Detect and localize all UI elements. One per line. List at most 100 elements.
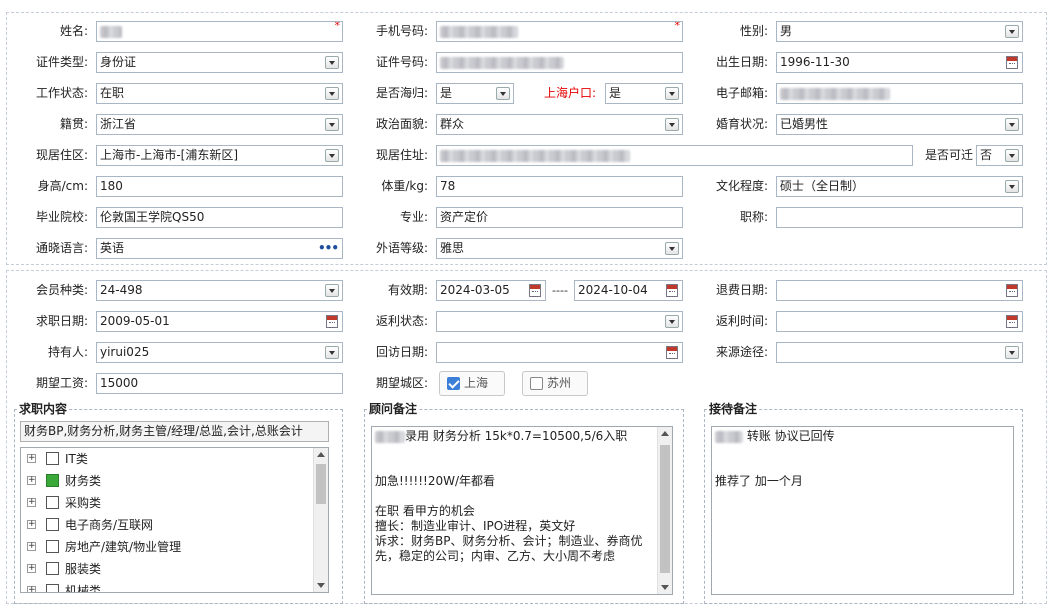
city-label-shanghai: 上海	[464, 376, 489, 390]
calendar-icon[interactable]	[1006, 56, 1018, 69]
email-label: 电子邮箱:	[715, 86, 768, 100]
refund-date-label: 退费日期:	[715, 283, 768, 297]
id-number-field[interactable]	[436, 52, 683, 73]
checkbox-unchecked-icon[interactable]	[46, 496, 59, 509]
height-field[interactable]: 180	[96, 176, 343, 197]
expand-icon[interactable]: +	[27, 498, 36, 507]
checkbox-unchecked-icon[interactable]	[46, 584, 59, 592]
birth-date-field[interactable]: 1996-11-30	[776, 52, 1023, 73]
refund-date-field[interactable]	[776, 280, 1023, 301]
tree-scrollbar[interactable]	[313, 448, 328, 592]
checkbox-unchecked-icon[interactable]	[46, 562, 59, 575]
residence-area-select[interactable]: 上海市-上海市-[浦东新区]	[96, 145, 343, 166]
id-type-value: 身份证	[100, 55, 137, 69]
returnee-select[interactable]: 是	[436, 83, 514, 104]
calendar-icon[interactable]	[666, 284, 678, 297]
job-category-tree[interactable]: + IT类 + 财务类 + 采购类 + 电子商务/互联网 + 房地产/建筑/物业管理 + 服…	[20, 447, 329, 593]
shanghai-hukou-select[interactable]: 是	[605, 83, 683, 104]
returnee-value: 是	[440, 86, 453, 100]
native-place-select[interactable]: 浙江省	[96, 114, 343, 135]
holder-select[interactable]: yirui025	[96, 342, 343, 363]
school-label: 毕业院校:	[35, 210, 88, 224]
tree-item-it[interactable]: + IT类	[21, 448, 321, 470]
shanghai-hukou-value: 是	[609, 86, 622, 100]
scroll-thumb[interactable]	[660, 445, 670, 573]
redacted-phone	[440, 25, 518, 38]
rebate-status-select[interactable]	[436, 311, 683, 332]
validity-from-field[interactable]: 2024-03-05	[436, 280, 546, 301]
source-select[interactable]	[776, 342, 1023, 363]
calendar-icon[interactable]	[1006, 284, 1018, 297]
expand-icon[interactable]: +	[27, 586, 36, 592]
scroll-down-icon[interactable]	[317, 583, 325, 588]
checkbox-partial-icon[interactable]	[46, 474, 59, 487]
tree-item-real-estate[interactable]: + 房地产/建筑/物业管理	[21, 536, 321, 558]
political-status-select[interactable]: 群众	[436, 114, 683, 135]
tree-item-ecommerce[interactable]: + 电子商务/互联网	[21, 514, 321, 536]
job-date-value: 2009-05-01	[100, 314, 170, 328]
expand-icon[interactable]: +	[27, 564, 36, 573]
note-line	[375, 489, 654, 504]
dropdown-arrow-icon	[1005, 180, 1019, 193]
expected-salary-field[interactable]: 15000	[96, 373, 343, 394]
scroll-up-icon[interactable]	[317, 452, 325, 457]
calendar-icon[interactable]	[666, 346, 678, 359]
city-checkbox-suzhou[interactable]: 苏州	[522, 371, 588, 396]
validity-to-value: 2024-10-04	[578, 283, 648, 297]
tree-item-machinery[interactable]: + 机械类	[21, 580, 321, 592]
language-level-label: 外语等级:	[375, 241, 428, 255]
major-field[interactable]: 资产定价	[436, 207, 683, 228]
marital-status-select[interactable]: 已婚男性	[776, 114, 1023, 135]
language-level-select[interactable]: 雅思	[436, 238, 683, 259]
gender-value: 男	[780, 24, 793, 38]
education-select[interactable]: 硕士（全日制）	[776, 176, 1023, 197]
note-line: 录用 财务分析 15k*0.7=10500,5/6入职	[375, 429, 654, 444]
expand-icon[interactable]: +	[27, 520, 36, 529]
name-field[interactable]: *	[96, 21, 343, 42]
id-type-select[interactable]: 身份证	[96, 52, 343, 73]
scroll-thumb[interactable]	[316, 464, 326, 504]
calendar-icon[interactable]	[529, 284, 541, 297]
calendar-icon[interactable]	[326, 315, 338, 328]
calendar-icon[interactable]	[1006, 315, 1018, 328]
rebate-time-field[interactable]	[776, 311, 1023, 332]
weight-field[interactable]: 78	[436, 176, 683, 197]
scroll-up-icon[interactable]	[661, 431, 669, 436]
dropdown-arrow-icon	[325, 346, 339, 359]
relocate-select[interactable]: 否	[976, 145, 1023, 166]
city-checkbox-shanghai[interactable]: 上海	[439, 371, 505, 396]
phone-field[interactable]: *	[436, 21, 683, 42]
dropdown-arrow-icon	[1005, 25, 1019, 38]
expand-icon[interactable]: +	[27, 476, 36, 485]
visit-date-field[interactable]	[436, 342, 683, 363]
notes-scrollbar[interactable]	[657, 427, 672, 594]
expand-icon[interactable]: +	[27, 542, 36, 551]
checkbox-unchecked-icon[interactable]	[46, 518, 59, 531]
validity-separator: ----	[552, 284, 568, 297]
political-status-value: 群众	[440, 117, 465, 131]
email-field[interactable]	[776, 83, 1023, 104]
phone-label: 手机号码:	[375, 24, 428, 38]
more-options-icon[interactable]: •••	[318, 239, 339, 258]
language-field[interactable]: 英语 •••	[96, 238, 343, 259]
reception-notes-textarea[interactable]: 转账 协议已回传 推荐了 加一个月	[711, 426, 1014, 595]
work-status-select[interactable]: 在职	[96, 83, 343, 104]
address-field[interactable]	[436, 145, 913, 166]
gender-select[interactable]: 男	[776, 21, 1023, 42]
job-date-field[interactable]: 2009-05-01	[96, 311, 343, 332]
tree-item-apparel[interactable]: + 服装类	[21, 558, 321, 580]
title-field[interactable]	[776, 207, 1023, 228]
validity-to-field[interactable]: 2024-10-04	[574, 280, 683, 301]
scroll-down-icon[interactable]	[661, 585, 669, 590]
member-type-select[interactable]: 24-498	[96, 280, 343, 301]
checkbox-unchecked-icon[interactable]	[46, 452, 59, 465]
expand-icon[interactable]: +	[27, 454, 36, 463]
consultant-notes-textarea[interactable]: 录用 财务分析 15k*0.7=10500,5/6入职 加急!!!!!!20W/…	[371, 426, 673, 595]
tree-item-purchasing[interactable]: + 采购类	[21, 492, 321, 514]
note-line: 先，稳定的公司；内审、乙方、大小周不考虑	[375, 549, 616, 563]
holder-label: 持有人:	[47, 345, 88, 359]
relocate-label: 是否可迁	[924, 148, 973, 162]
school-field[interactable]: 伦敦国王学院QS50	[96, 207, 343, 228]
tree-item-finance[interactable]: + 财务类	[21, 470, 321, 492]
checkbox-unchecked-icon[interactable]	[46, 540, 59, 553]
